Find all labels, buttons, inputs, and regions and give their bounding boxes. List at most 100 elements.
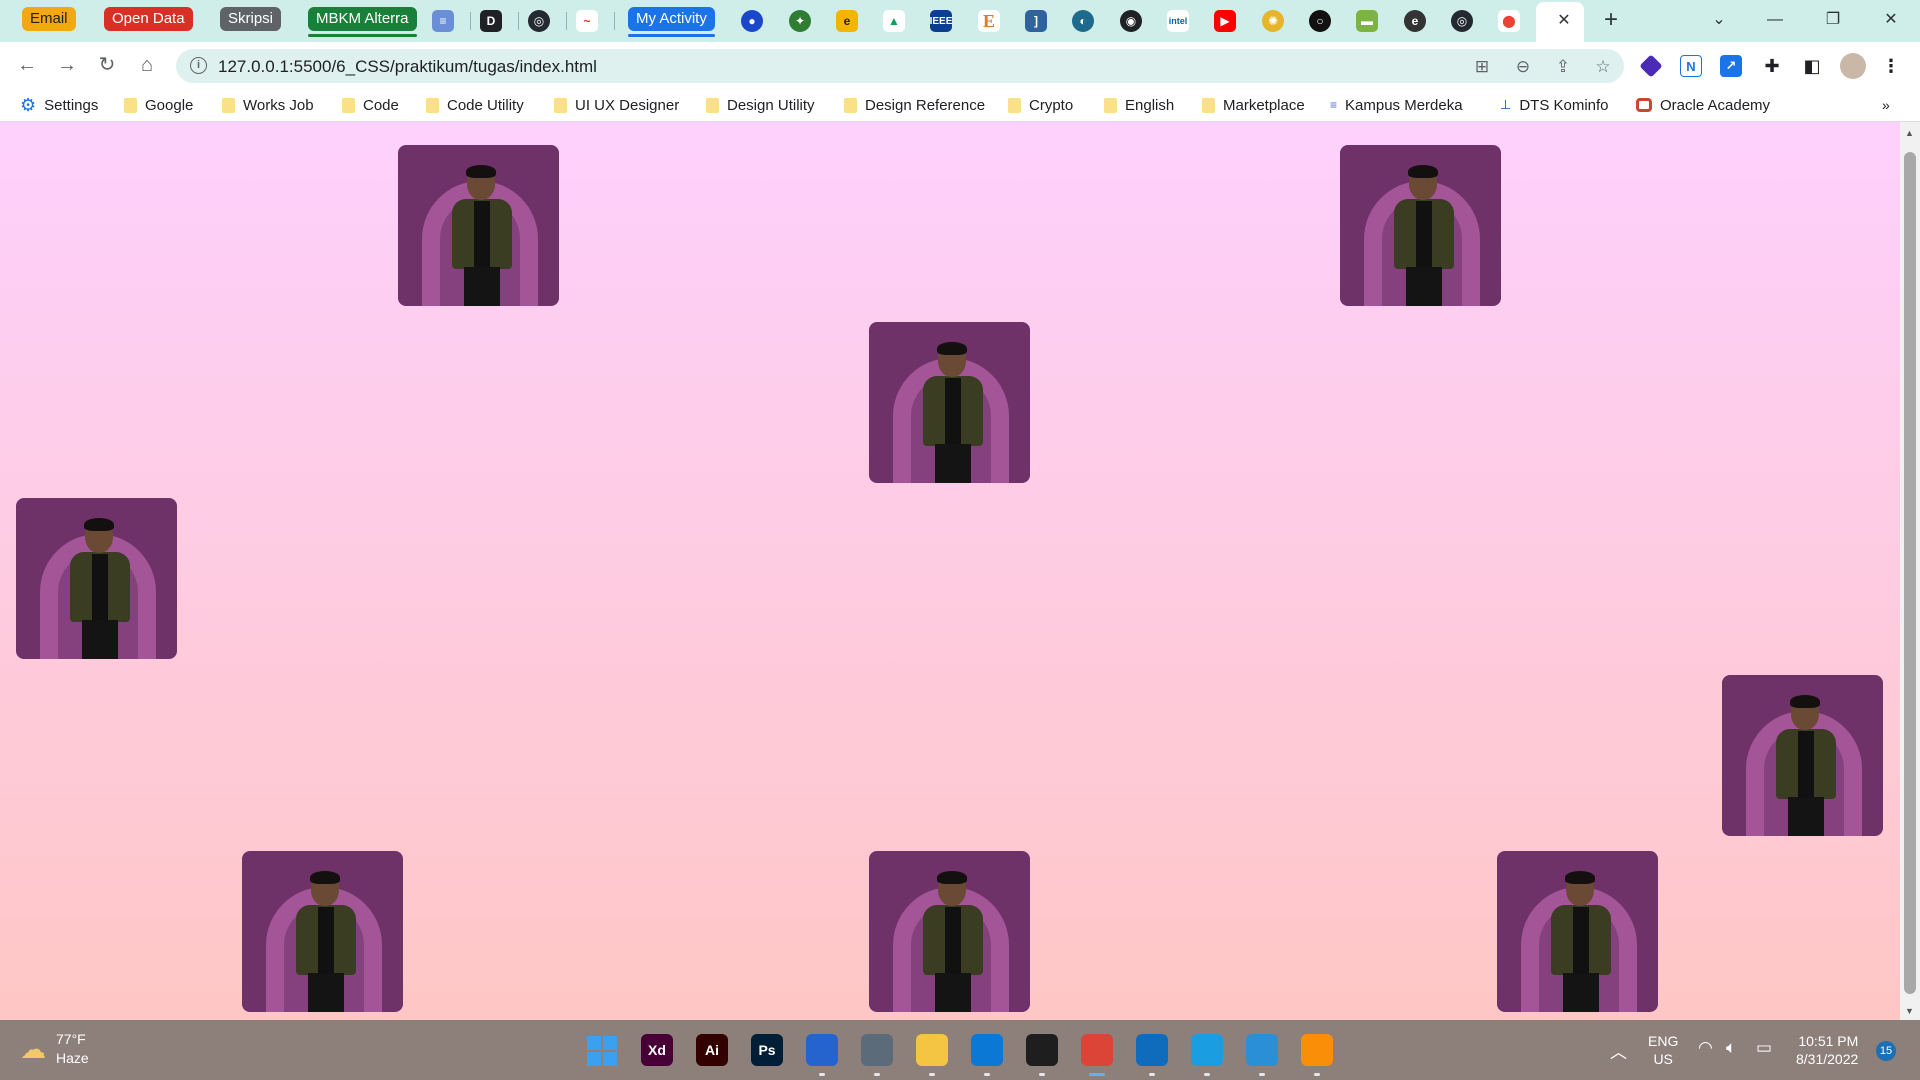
clock[interactable]: 10:51 PM 8/31/2022 [1796,1032,1858,1068]
show-hidden-icons-icon[interactable]: ︿ [1610,1038,1627,1063]
weather-widget[interactable]: ☁ 77°F Haze [20,1030,89,1068]
bookmark-label: Design Reference [865,96,986,114]
tab-group-email[interactable]: Email [22,7,76,31]
vscode-icon[interactable] [971,1034,1003,1066]
profile-photo-card [869,851,1030,1012]
menu-kebab-icon[interactable]: ⋮ [1880,55,1902,77]
extension-arrow-icon[interactable]: ↗ [1720,55,1742,77]
calendar-icon[interactable] [1136,1034,1168,1066]
site-info-icon[interactable]: i [190,57,207,74]
extension-n-icon[interactable]: N [1680,55,1702,77]
tab-favicon-maps[interactable]: ⬤ [1498,10,1520,32]
bookmark-kampus-merdeka[interactable]: ≡ Kampus Merdeka [1330,94,1463,116]
tab-favicon-ring[interactable]: ◐ [1072,10,1094,32]
close-window-button[interactable]: ✕ [1868,6,1914,34]
bookmark-crypto[interactable]: Crypto [1008,94,1073,116]
bookmark-ui-ux-designer[interactable]: UI UX Designer [554,94,679,116]
language-line-2: US [1653,1051,1673,1067]
side-panel-icon[interactable]: ◧ [1801,55,1823,77]
tab-favicon-kampus-merdeka[interactable]: ≡ [432,10,454,32]
bookmark-oracle-academy[interactable]: Oracle Academy [1636,94,1770,116]
tab-favicon-android[interactable]: ▬ [1356,10,1378,32]
minimize-button[interactable]: — [1752,6,1798,34]
language-indicator[interactable]: ENG US [1648,1032,1678,1068]
edge-icon[interactable] [1191,1034,1223,1066]
profile-avatar[interactable] [1840,53,1866,79]
tab-group-open-data[interactable]: Open Data [104,7,193,31]
bookmark-works-job[interactable]: Works Job [222,94,314,116]
bookmark-marketplace[interactable]: Marketplace [1202,94,1305,116]
tab-favicon-youtube[interactable]: ▶ [1214,10,1236,32]
bookmark-star-icon[interactable]: ☆ [1592,57,1614,77]
tab-group-skripsi[interactable]: Skripsi [220,7,282,31]
bookmark-design-reference[interactable]: Design Reference [844,94,985,116]
tab-favicon-github[interactable]: ◎ [528,10,550,32]
zoom-icon[interactable]: ⊖ [1512,57,1534,77]
tab-favicon-e-serif[interactable]: E [978,10,1000,32]
tab-separator [614,12,615,30]
tab-favicon-drive[interactable]: ▲ [883,10,905,32]
tab-favicon-d[interactable]: D [480,10,502,32]
scroll-up-icon[interactable]: ▲ [1905,128,1914,138]
back-icon[interactable]: ← [12,50,42,80]
scroll-down-icon[interactable]: ▼ [1905,1006,1914,1016]
url-text[interactable]: 127.0.0.1:5500/6_CSS/praktikum/tugas/ind… [218,57,597,77]
new-tab-button[interactable]: + [1598,8,1624,34]
tab-favicon-globe[interactable]: ● [741,10,763,32]
bookmark-settings[interactable]: ⚙ Settings [20,94,98,116]
tab-favicon-intel[interactable]: intel [1167,10,1189,32]
notepad-icon[interactable] [1246,1034,1278,1066]
person-photo [1549,871,1613,1012]
close-tab-icon[interactable]: ✕ [1553,9,1575,31]
reload-icon[interactable]: ↻ [92,50,122,80]
scroll-thumb[interactable] [1904,152,1916,994]
share-icon[interactable]: ⇪ [1552,57,1574,77]
restore-button[interactable]: ❐ [1810,6,1856,34]
tab-favicon-ieee[interactable]: IEEE [930,10,952,32]
adobe-xd-icon[interactable]: Xd [641,1034,673,1066]
adobe-photoshop-icon[interactable]: Ps [751,1034,783,1066]
tab-favicon-bracket[interactable]: ] [1025,10,1047,32]
bookmark-label: Oracle Academy [1660,96,1771,114]
wifi-icon[interactable]: ◠ [1698,1038,1713,1058]
tab-favicon-chart[interactable]: ~ [576,10,598,32]
figma-icon[interactable] [1026,1034,1058,1066]
todo-icon[interactable] [806,1034,838,1066]
translate-icon[interactable]: ⊞ [1471,57,1493,77]
settings-icon[interactable] [861,1034,893,1066]
sublime-icon[interactable] [1301,1034,1333,1066]
windows-start-icon[interactable] [586,1034,618,1066]
forward-icon[interactable]: → [52,50,82,80]
running-app-indicator [1089,1073,1105,1076]
adobe-illustrator-icon[interactable]: Ai [696,1034,728,1066]
volume-icon[interactable]: 🔈︎ [1726,1038,1736,1058]
bookmark-google[interactable]: Google [124,94,193,116]
chrome-icon[interactable] [1081,1034,1113,1066]
tab-separator [470,12,471,30]
tab-favicon-github-2[interactable]: ◎ [1451,10,1473,32]
bookmark-code-utility[interactable]: Code Utility [426,94,524,116]
address-bar[interactable]: i 127.0.0.1:5500/6_CSS/praktikum/tugas/i… [176,49,1624,83]
tab-favicon-emblem[interactable]: ✺ [1262,10,1284,32]
battery-icon[interactable]: ▭ [1756,1038,1772,1058]
extension-diamond-icon[interactable] [1639,54,1663,78]
bookmarks-overflow-icon[interactable]: » [1882,94,1890,116]
vertical-scrollbar[interactable]: ▲ ▼ [1900,122,1920,1020]
extensions-puzzle-icon[interactable]: ✚ [1761,55,1783,77]
tab-favicon-e[interactable]: e [836,10,858,32]
notification-badge[interactable]: 15 [1876,1041,1896,1061]
tab-group-mbkm-alterra[interactable]: MBKM Alterra [308,7,417,37]
bookmark-code[interactable]: Code [342,94,399,116]
home-icon[interactable]: ⌂ [132,50,162,80]
tab-separator [566,12,567,30]
tab-favicon-circle[interactable]: ◉ [1120,10,1142,32]
bookmark-design-utility[interactable]: Design Utility [706,94,815,116]
tab-favicon-black-ring[interactable]: ○ [1309,10,1331,32]
tab-favicon-edge-legacy[interactable]: e [1404,10,1426,32]
bookmark-english[interactable]: English [1104,94,1174,116]
tab-group-my-activity[interactable]: My Activity [628,7,715,37]
tab-favicon-campus[interactable]: ✦ [789,10,811,32]
bookmark-dts-kominfo[interactable]: ⊥ DTS Kominfo [1500,94,1609,116]
file-explorer-icon[interactable] [916,1034,948,1066]
tab-search-icon[interactable]: ⌄ [1696,6,1742,34]
